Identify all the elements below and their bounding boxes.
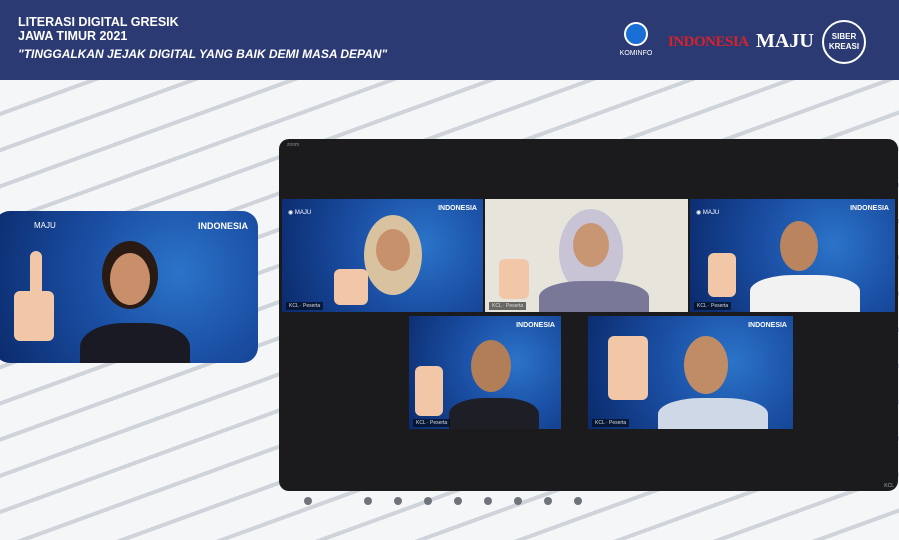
pager-dot[interactable] — [454, 497, 462, 505]
indonesia-logo: INDONESIA — [668, 34, 749, 50]
zoom-corner-label: KCL — [884, 483, 894, 489]
speaker-video: MAJU INDONESIA — [0, 211, 258, 363]
kominfo-label: KOMINFO — [619, 50, 653, 57]
event-title-line2: JAWA TIMUR 2021 — [18, 29, 128, 43]
event-tagline: "TINGGALKAN JEJAK DIGITAL YANG BAIK DEMI… — [18, 47, 388, 61]
header-banner: LITERASI DIGITAL GRESIK JAWA TIMUR 2021 … — [0, 0, 899, 80]
zoom-meeting-window: zoom ◉ MAJU INDONESIA KCL · Peserta KCL … — [279, 139, 898, 491]
tile-brand: INDONESIA — [850, 205, 889, 212]
participant-name: KCL · Peserta — [694, 302, 732, 310]
participant-hand — [334, 269, 368, 305]
speaker-finger — [30, 251, 42, 299]
participant-name: KCL · Peserta — [286, 302, 324, 310]
participant-tile[interactable]: INDONESIA KCL · Peserta — [409, 316, 561, 429]
tile-brand: INDONESIA — [438, 205, 477, 212]
pager-dot[interactable] — [424, 497, 432, 505]
zoom-label: zoom — [287, 142, 300, 148]
pager-dot[interactable] — [574, 497, 582, 505]
speaker-brand: INDONESIA — [197, 221, 248, 231]
pager-dot[interactable] — [514, 497, 522, 505]
pager-dot[interactable] — [364, 497, 372, 505]
pager-dot[interactable] — [484, 497, 492, 505]
participant-hand — [499, 259, 529, 299]
speaker-torso — [80, 323, 190, 363]
kominfo-emblem-icon — [624, 22, 648, 46]
pager-dot[interactable] — [394, 497, 402, 505]
pager-dot[interactable] — [304, 497, 312, 505]
maju-logo: MAJU — [756, 30, 814, 52]
siberkreasi-label: SIBER KREASI — [828, 32, 860, 51]
participant-tile[interactable]: ◉ MAJU INDONESIA KCL · Peserta — [282, 199, 483, 312]
slide-pager[interactable] — [300, 497, 600, 509]
event-title-line1: LITERASI DIGITAL GRESIK — [18, 15, 179, 29]
participant-name: KCL · Peserta — [592, 419, 630, 427]
participant-torso — [658, 398, 768, 429]
participant-torso — [449, 398, 539, 429]
speaker-face — [110, 253, 150, 305]
participant-torso — [539, 281, 649, 312]
participant-face — [471, 340, 511, 392]
speaker-logo: MAJU — [34, 221, 56, 230]
siberkreasi-logo: SIBER KREASI — [822, 20, 866, 64]
participant-tile[interactable]: ◉ MAJU INDONESIA KCL · Peserta — [690, 199, 895, 312]
participant-name: KCL · Peserta — [489, 302, 527, 310]
participant-hand — [708, 253, 736, 297]
tile-logos: ◉ MAJU — [696, 210, 720, 216]
participant-hand — [415, 366, 443, 416]
participant-face — [573, 223, 609, 267]
tile-logos: ◉ MAJU — [288, 210, 312, 216]
event-title: LITERASI DIGITAL GRESIK JAWA TIMUR 2021 — [18, 15, 179, 43]
participant-face — [376, 229, 410, 271]
participant-name: KCL · Peserta — [413, 419, 451, 427]
participant-hand — [608, 336, 648, 400]
participant-tile[interactable]: KCL · Peserta — [485, 199, 688, 312]
participant-tile[interactable]: INDONESIA KCL · Peserta — [588, 316, 793, 429]
kominfo-logo: KOMINFO — [618, 22, 654, 62]
participant-torso — [750, 275, 860, 312]
tile-brand: INDONESIA — [516, 322, 555, 329]
tile-brand: INDONESIA — [748, 322, 787, 329]
participant-face — [684, 336, 728, 394]
participant-face — [780, 221, 818, 271]
pager-dot[interactable] — [544, 497, 552, 505]
